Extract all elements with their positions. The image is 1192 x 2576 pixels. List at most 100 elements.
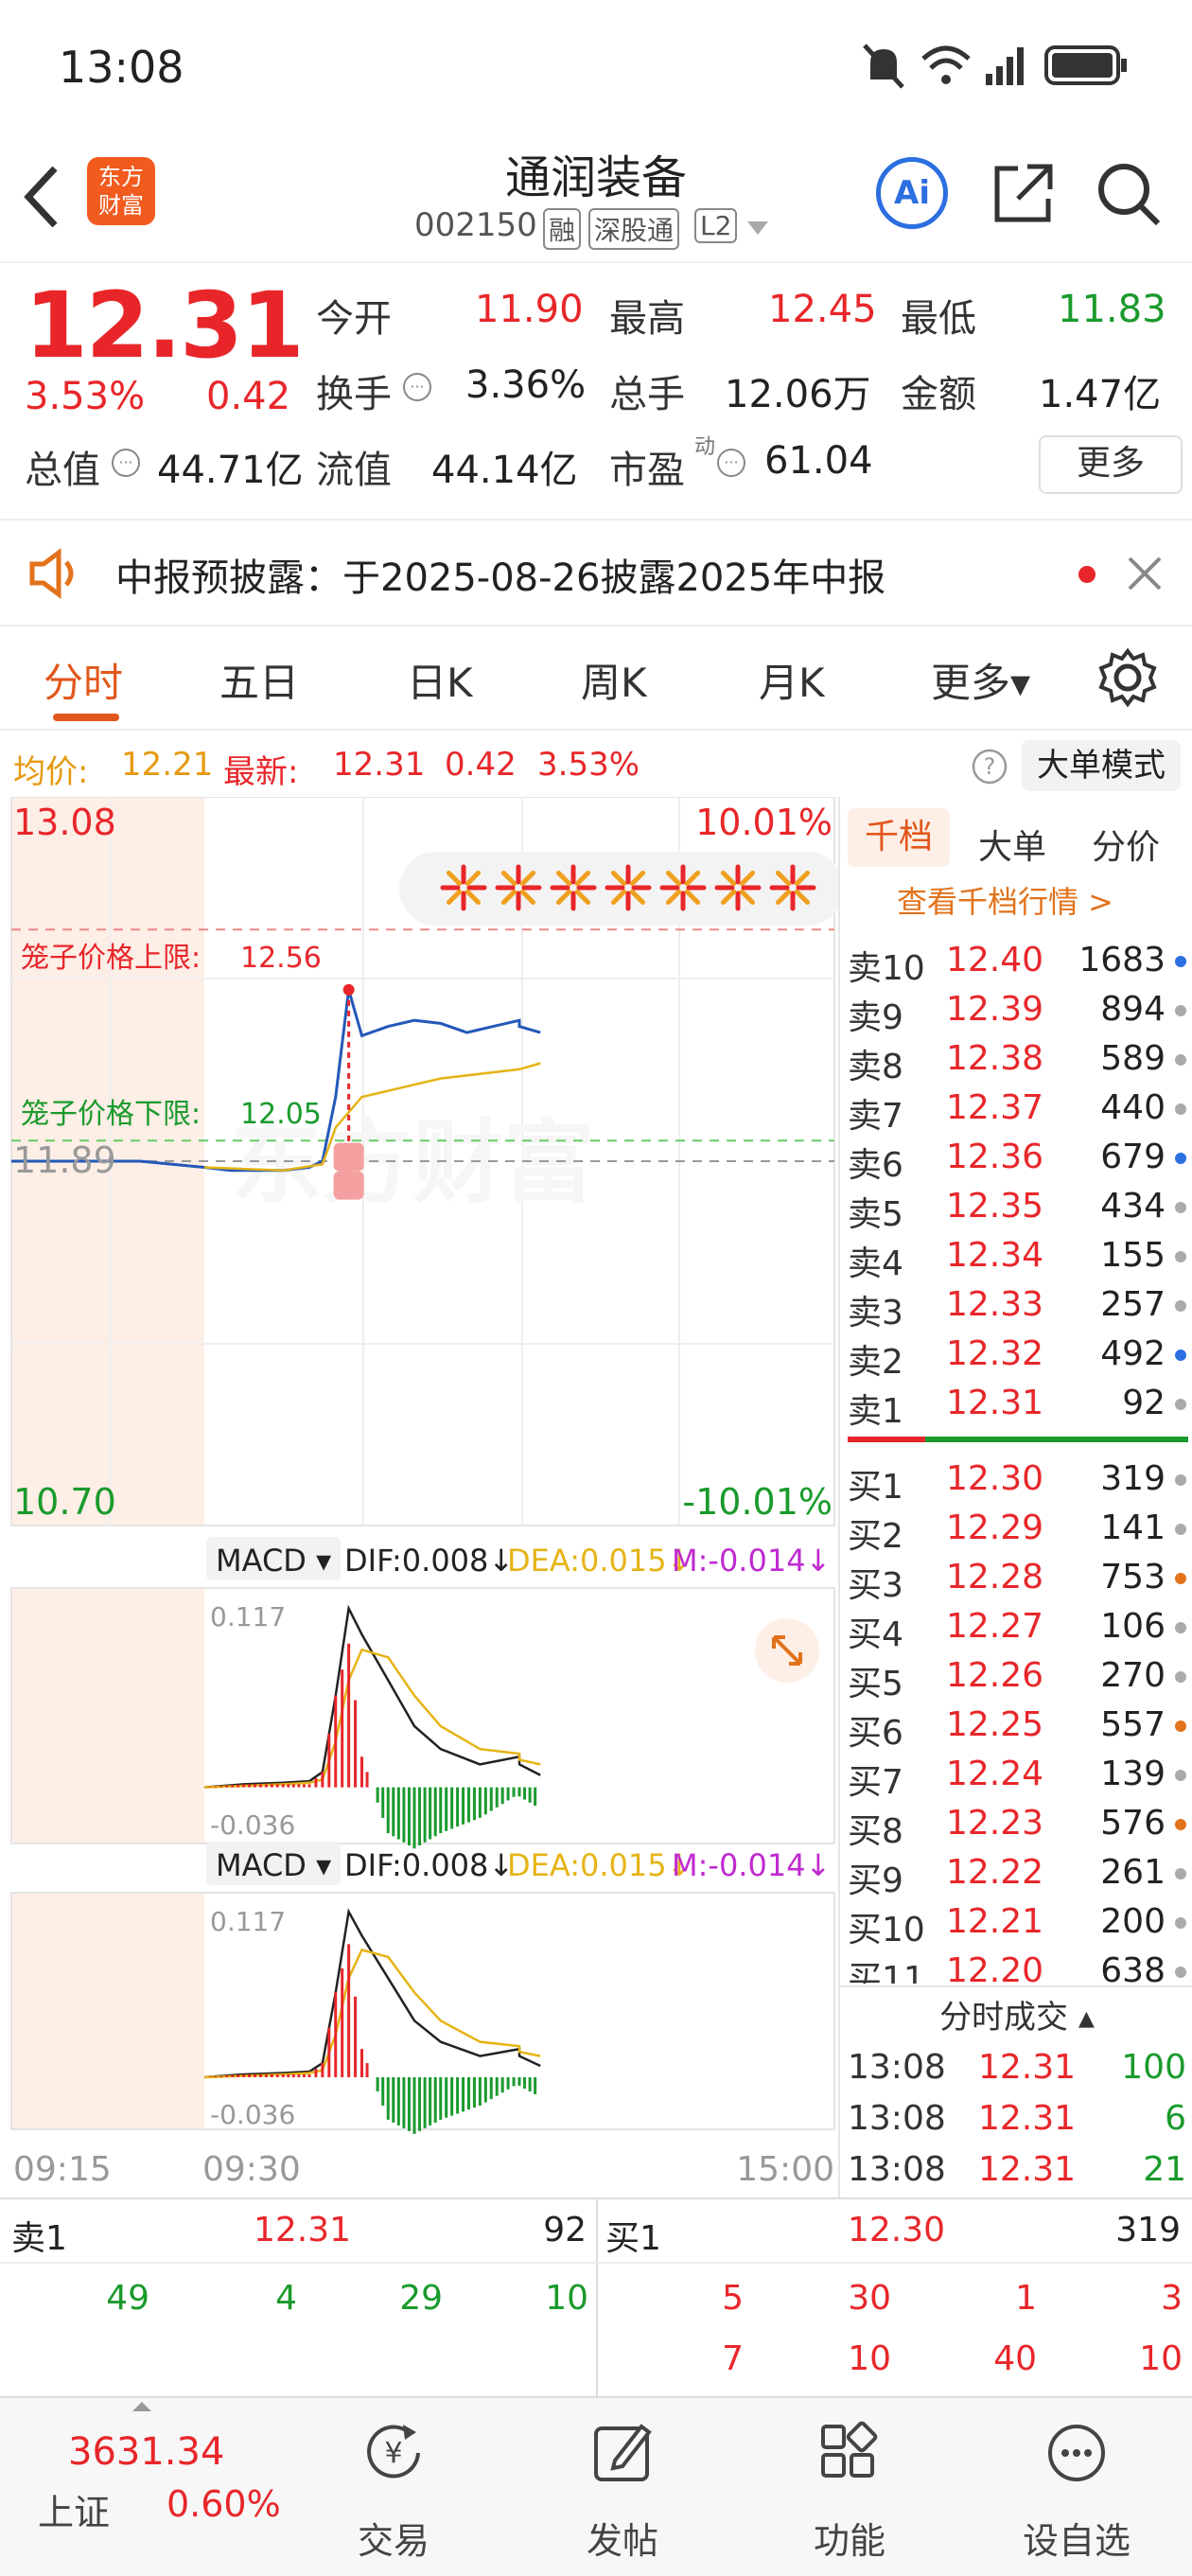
ask-volume: 257 [1100,1285,1166,1324]
dea-line [203,1648,541,1789]
ask-row[interactable]: 卖7 12.37 440 [840,1085,1192,1136]
tab-monthly-k[interactable]: 月K [759,651,825,709]
premarket-shade [11,1893,204,2129]
close-icon[interactable] [1126,555,1164,592]
tab-daily-k[interactable]: 日K [407,651,473,709]
ask-level-label: 卖5 [848,1195,903,1234]
chevron-down-icon[interactable] [745,220,770,237]
tab-price-distribution[interactable]: 分价 [1092,820,1160,869]
tab-thousand-level[interactable]: 千档 [848,808,950,867]
index-pct[interactable]: 0.60% [167,2483,281,2525]
ask-row[interactable]: 卖3 12.33 257 [840,1281,1192,1332]
nav-post[interactable]: 发帖 [547,2398,698,2576]
ask-ratio-bar [848,1437,925,1442]
order-dot [1175,956,1186,967]
trade-row: 13:08 12.31 100 [840,2044,1192,2093]
order-dot [1175,1153,1186,1164]
ask-row[interactable]: 卖5 12.35 434 [840,1183,1192,1234]
stock-header: 东方 财富 通润装备 002150 融 深股通 L2 Ai [0,132,1192,263]
order-queue-item: 10 [1139,2339,1183,2378]
bid-volume: 319 [1100,1459,1166,1498]
settings-gear-icon[interactable] [1097,647,1158,708]
order-dot [1175,1819,1186,1830]
ask-row[interactable]: 卖9 12.39 894 [840,986,1192,1037]
trades-toggle[interactable]: 分时成交 ▴ [840,1991,1192,2038]
active-tab-indicator [53,714,119,721]
view-thousand-level-link[interactable]: 查看千档行情 > [897,878,1113,922]
premarket-shade [11,1588,204,1844]
ask-row[interactable]: 卖2 12.32 492 [840,1331,1192,1382]
order-dot [1175,1202,1186,1213]
order-dot [1175,1005,1186,1016]
bid-row[interactable]: 买9 12.22 261 [840,1849,1192,1900]
bottom-nav: 3631.34 上证 0.60% ¥ 交易 发帖 功能 设自选 [0,2396,1192,2576]
bid-row[interactable]: 买3 12.28 753 [840,1554,1192,1605]
bid-row[interactable]: 买10 12.21 200 [840,1898,1192,1950]
bid-row[interactable]: 买1 12.30 319 [840,1456,1192,1507]
ask-level-label: 卖10 [848,949,925,988]
pe-label: 市盈 [609,449,685,492]
bid-row[interactable]: 买7 12.24 139 [840,1751,1192,1802]
tab-intraday[interactable]: 分时 [44,651,123,709]
tab-more[interactable]: 更多▾ [931,651,1030,709]
trade-price: 12.31 [978,2048,1077,2087]
trade-vol: 6 [1165,2099,1186,2138]
bid-row[interactable]: 买11 12.20 638 [840,1948,1192,1984]
ask-price: 12.38 [946,1039,1044,1078]
ask-row[interactable]: 卖6 12.36 679 [840,1134,1192,1185]
ai-button[interactable]: Ai [876,157,948,229]
dif-label: DIF:0.008↓ [344,1847,514,1883]
index-name[interactable]: 上证 [38,2483,110,2535]
caret-up-icon[interactable] [131,2400,153,2413]
tab-large-orders[interactable]: 大单 [978,820,1046,869]
intraday-chart-area[interactable]: 东方财富 13.08 10.01% 10.70 -10.01% 11.89 笼子… [0,797,838,2197]
tab-weekly-k[interactable]: 周K [581,651,647,709]
ask-price: 12.35 [946,1187,1044,1226]
search-icon[interactable] [1094,159,1164,229]
bid-price: 12.26 [946,1656,1044,1695]
nav-functions[interactable]: 功能 [774,2398,925,2576]
bid-row[interactable]: 买6 12.25 557 [840,1702,1192,1753]
ask-row[interactable]: 卖8 12.38 589 [840,1035,1192,1086]
grid-apps-icon [821,2421,878,2478]
nav-trade[interactable]: ¥ 交易 [318,2398,469,2576]
ask-row[interactable]: 卖4 12.34 155 [840,1232,1192,1283]
order-queue-item: 3 [1161,2279,1183,2318]
bid-row[interactable]: 买5 12.26 270 [840,1652,1192,1703]
trade-time: 13:08 [848,2150,946,2189]
lower-limit-value: 12.05 [240,1098,322,1131]
buy-marker[interactable] [333,1142,364,1172]
order-queue-item: 5 [722,2279,744,2318]
tab-five-day[interactable]: 五日 [219,651,299,709]
notice-bar[interactable]: 中报预披露：于2025-08-26披露2025年中报 [0,519,1192,626]
share-icon[interactable] [990,161,1056,227]
battery-icon [1044,45,1127,85]
svg-text:¥: ¥ [384,2437,402,2470]
status-icons [863,44,1127,89]
more-button[interactable]: 更多 [1039,435,1183,494]
index-value[interactable]: 3631.34 [68,2430,224,2474]
order-dot [1175,1573,1186,1584]
bid-row[interactable]: 买4 12.27 106 [840,1603,1192,1654]
ask-row[interactable]: 卖1 12.31 92 [840,1380,1192,1431]
bid-row[interactable]: 买8 12.23 576 [840,1800,1192,1851]
ask-volume: 155 [1100,1236,1166,1275]
info-icon[interactable]: ··· [401,371,433,403]
buy-marker[interactable] [333,1171,364,1200]
top-pct-label: 10.01% [695,802,833,843]
intraday-chart-svg[interactable]: 东方财富 13.08 10.01% 10.70 -10.01% 11.89 笼子… [0,797,838,2197]
info-icon[interactable]: ··· [715,447,747,479]
bid-level-label: 买8 [848,1812,903,1851]
turnover-value: 3.36% [465,363,587,407]
help-icon[interactable]: ? [971,748,1008,785]
info-icon[interactable]: ··· [110,447,142,479]
more-dots-icon [1048,2425,1105,2481]
nav-add-watchlist[interactable]: 设自选 [1001,2398,1152,2576]
bid-row[interactable]: 买2 12.29 141 [840,1505,1192,1556]
order-queue-item: 30 [848,2279,891,2318]
svg-text:···: ··· [118,453,132,471]
svg-text:···: ··· [410,378,424,396]
ask-row[interactable]: 卖10 12.40 1683 [840,937,1192,988]
svg-text:?: ? [984,753,996,780]
large-order-mode-button[interactable]: 大单模式 [1022,740,1181,791]
